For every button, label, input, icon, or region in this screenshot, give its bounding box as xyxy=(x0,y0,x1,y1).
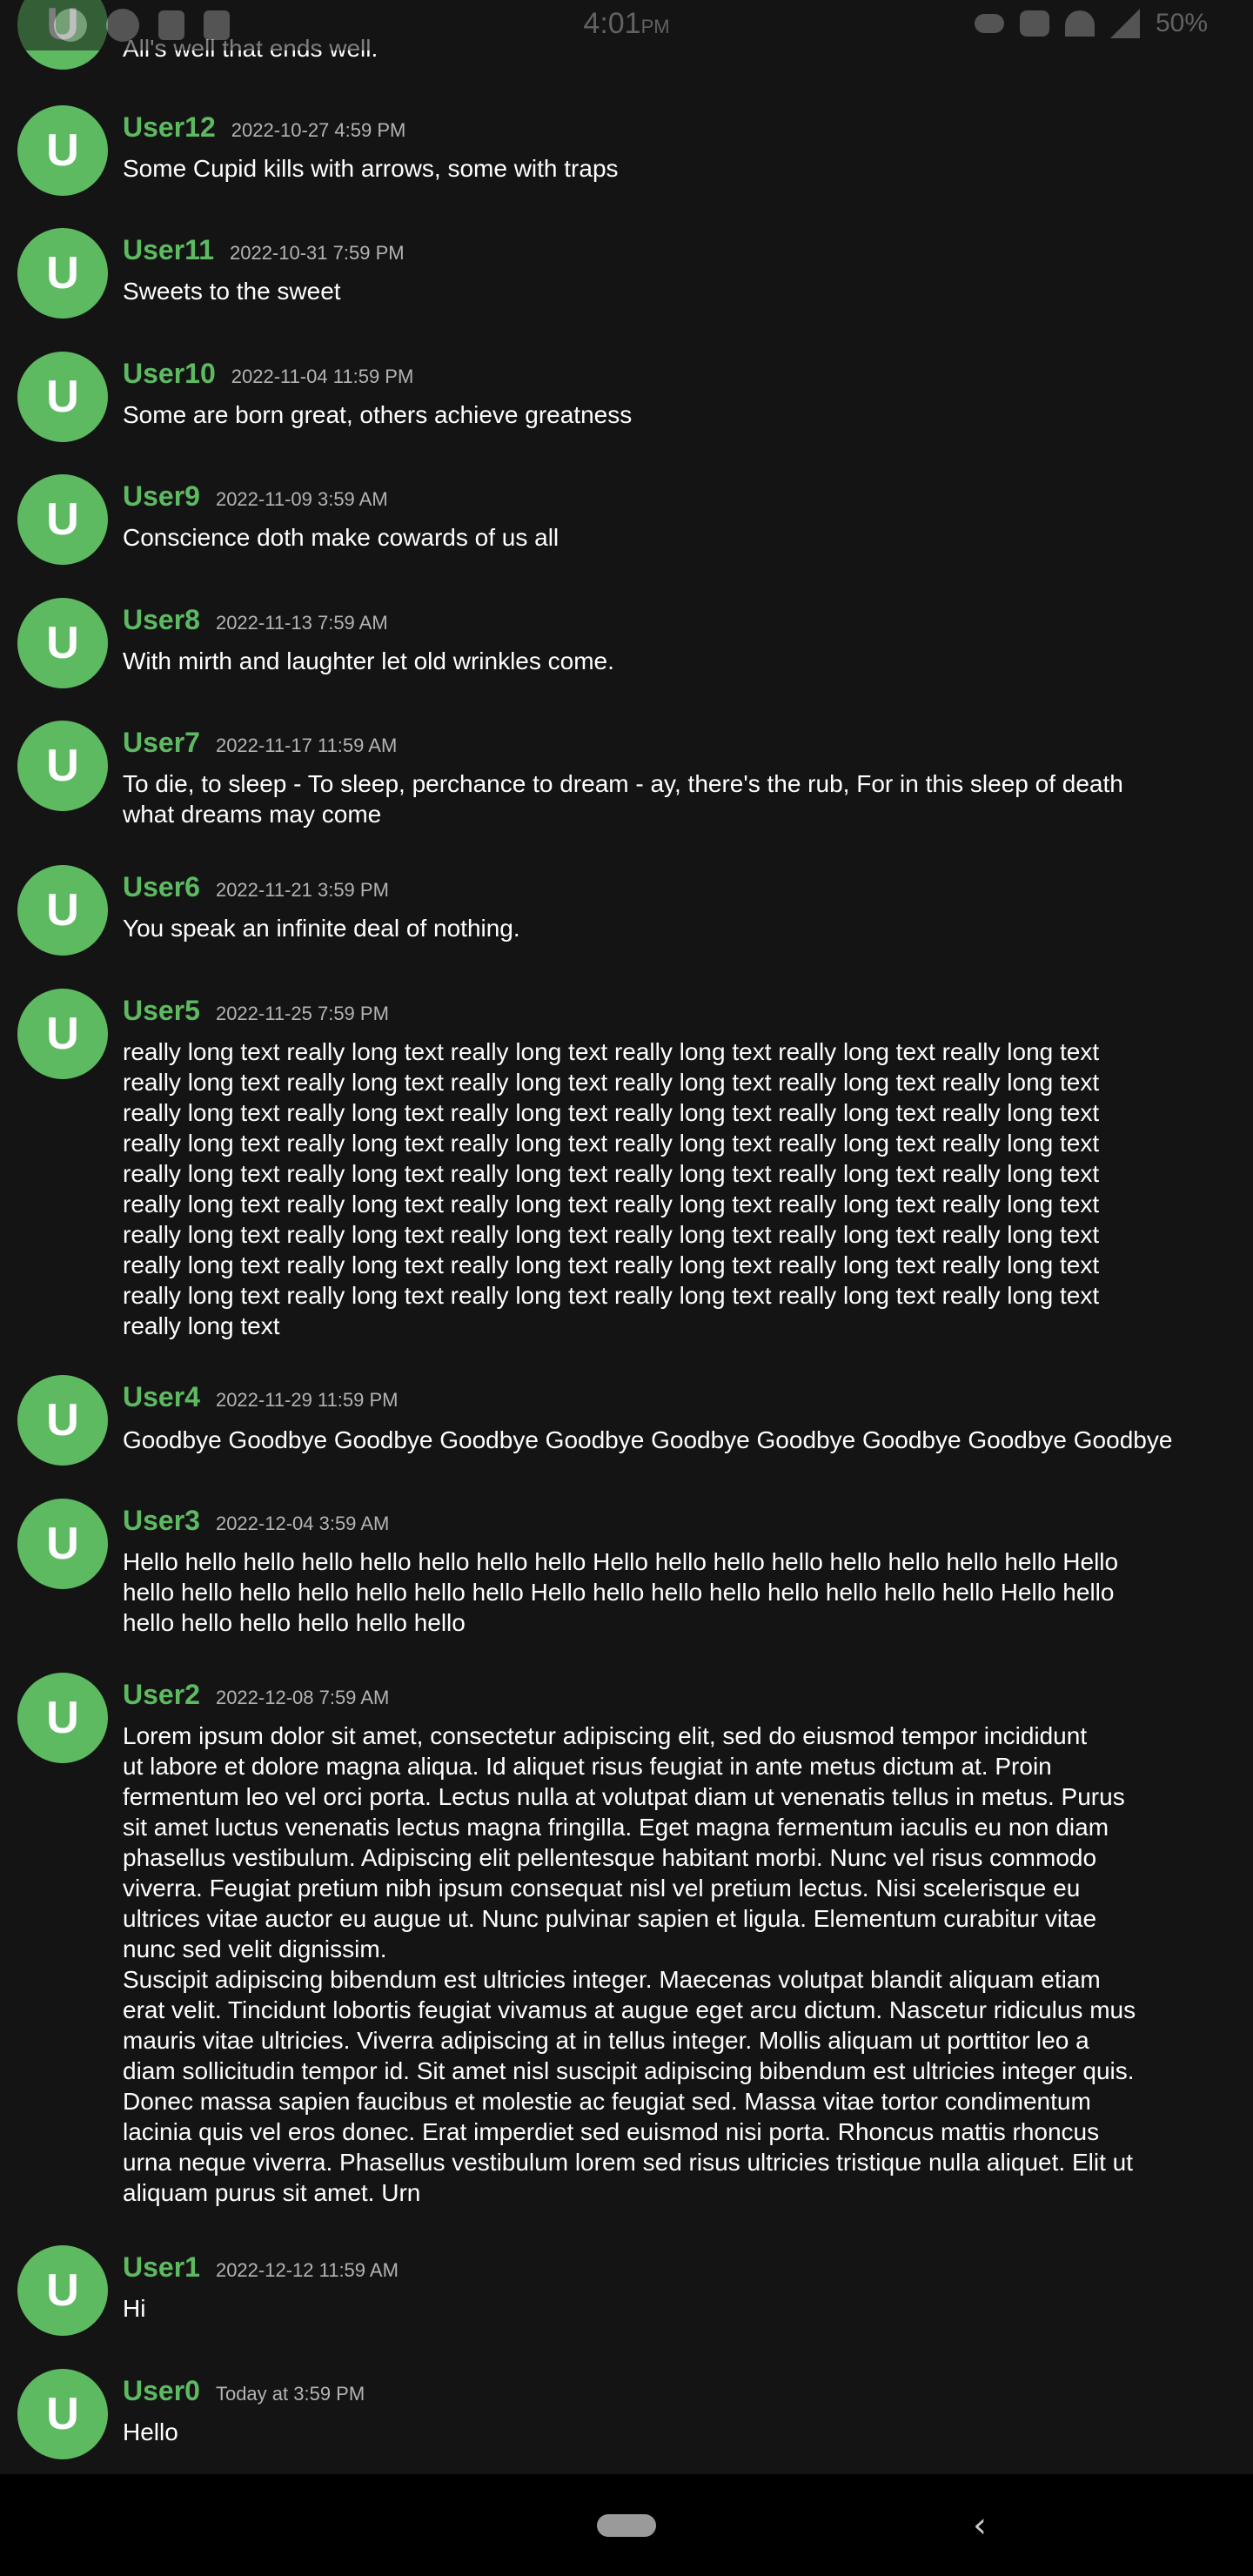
system-icons: 50% xyxy=(974,9,1208,38)
avatar[interactable]: U xyxy=(17,228,108,319)
timestamp: 2022-11-04 11:59 PM xyxy=(231,366,414,387)
message-text: To die, to sleep - To sleep, perchance t… xyxy=(123,770,1123,828)
timestamp: 2022-11-29 11:59 PM xyxy=(215,1389,399,1411)
timestamp: 2022-11-25 7:59 PM xyxy=(215,1003,389,1024)
avatar[interactable]: U xyxy=(17,2369,108,2459)
avatar[interactable]: U xyxy=(17,1673,108,1763)
username[interactable]: User9 xyxy=(123,480,200,513)
home-button[interactable] xyxy=(597,2514,656,2537)
message-text: Goodbye Goodbye Goodbye Goodbye Goodbye … xyxy=(123,1426,1173,1453)
username[interactable]: User6 xyxy=(123,871,200,903)
username[interactable]: User10 xyxy=(123,358,216,390)
vpn-key-icon xyxy=(974,14,1004,33)
wifi-icon xyxy=(1064,10,1095,37)
message-text: Hello xyxy=(123,2418,178,2445)
username[interactable]: User12 xyxy=(123,111,216,144)
avatar[interactable]: U xyxy=(17,105,108,196)
clock-time: 4:01 xyxy=(583,7,641,40)
avatar[interactable]: U xyxy=(17,989,108,1079)
clock-suffix: PM xyxy=(640,16,670,37)
avatar[interactable]: U xyxy=(17,1499,108,1589)
status-bar: 4:01PM 50% xyxy=(0,0,1253,50)
timestamp: Today at 3:59 PM xyxy=(215,2383,365,2405)
avatar[interactable]: U xyxy=(17,865,108,956)
timestamp: 2022-11-17 11:59 AM xyxy=(215,735,398,756)
timestamp: 2022-12-08 7:59 AM xyxy=(215,1687,390,1708)
avatar[interactable]: U xyxy=(17,474,108,565)
timestamp: 2022-11-09 3:59 AM xyxy=(215,488,388,510)
avatar[interactable]: U xyxy=(17,598,108,688)
avatar[interactable]: U xyxy=(17,1375,108,1466)
message-text: Conscience doth make cowards of us all xyxy=(123,524,559,551)
timestamp: 2022-12-12 11:59 AM xyxy=(215,2259,399,2281)
username[interactable]: User11 xyxy=(123,234,214,266)
timestamp: 2022-10-31 7:59 PM xyxy=(229,242,405,264)
username[interactable]: User7 xyxy=(123,727,200,759)
message-text: Hi xyxy=(123,2295,146,2322)
signal-icon xyxy=(1109,9,1140,38)
avatar[interactable]: U xyxy=(17,2245,108,2336)
username[interactable]: User1 xyxy=(123,2251,200,2284)
username[interactable]: User8 xyxy=(123,604,200,636)
timestamp: 2022-12-04 3:59 AM xyxy=(215,1513,390,1534)
timestamp: 2022-11-21 3:59 PM xyxy=(215,879,389,901)
navigation-bar: ‹ xyxy=(0,2474,1253,2576)
avatar[interactable]: U xyxy=(17,721,108,811)
message-text: You speak an infinite deal of nothing. xyxy=(123,915,520,942)
username[interactable]: User3 xyxy=(123,1505,200,1537)
vibrate-icon xyxy=(1019,10,1049,37)
username[interactable]: User5 xyxy=(123,995,200,1027)
username[interactable]: User2 xyxy=(123,1679,200,1711)
message-text: Some Cupid kills with arrows, some with … xyxy=(123,155,619,182)
username[interactable]: User0 xyxy=(123,2375,200,2407)
timestamp: 2022-10-27 4:59 PM xyxy=(231,119,406,141)
message-text: really long text really long text really… xyxy=(123,1038,1100,1339)
battery-level: 50% xyxy=(1155,9,1208,37)
message-text: With mirth and laughter let old wrinkles… xyxy=(123,647,614,674)
message-text: Lorem ipsum dolor sit amet, consectetur … xyxy=(123,1722,1136,2206)
username[interactable]: User4 xyxy=(123,1381,200,1413)
message-text: Hello hello hello hello hello hello hell… xyxy=(123,1548,1119,1636)
back-button[interactable]: ‹ xyxy=(964,2506,995,2546)
message-text: Sweets to the sweet xyxy=(123,278,341,305)
timestamp: 2022-11-13 7:59 AM xyxy=(215,612,388,634)
avatar[interactable]: U xyxy=(17,352,108,442)
message-text: Some are born great, others achieve grea… xyxy=(123,401,633,428)
